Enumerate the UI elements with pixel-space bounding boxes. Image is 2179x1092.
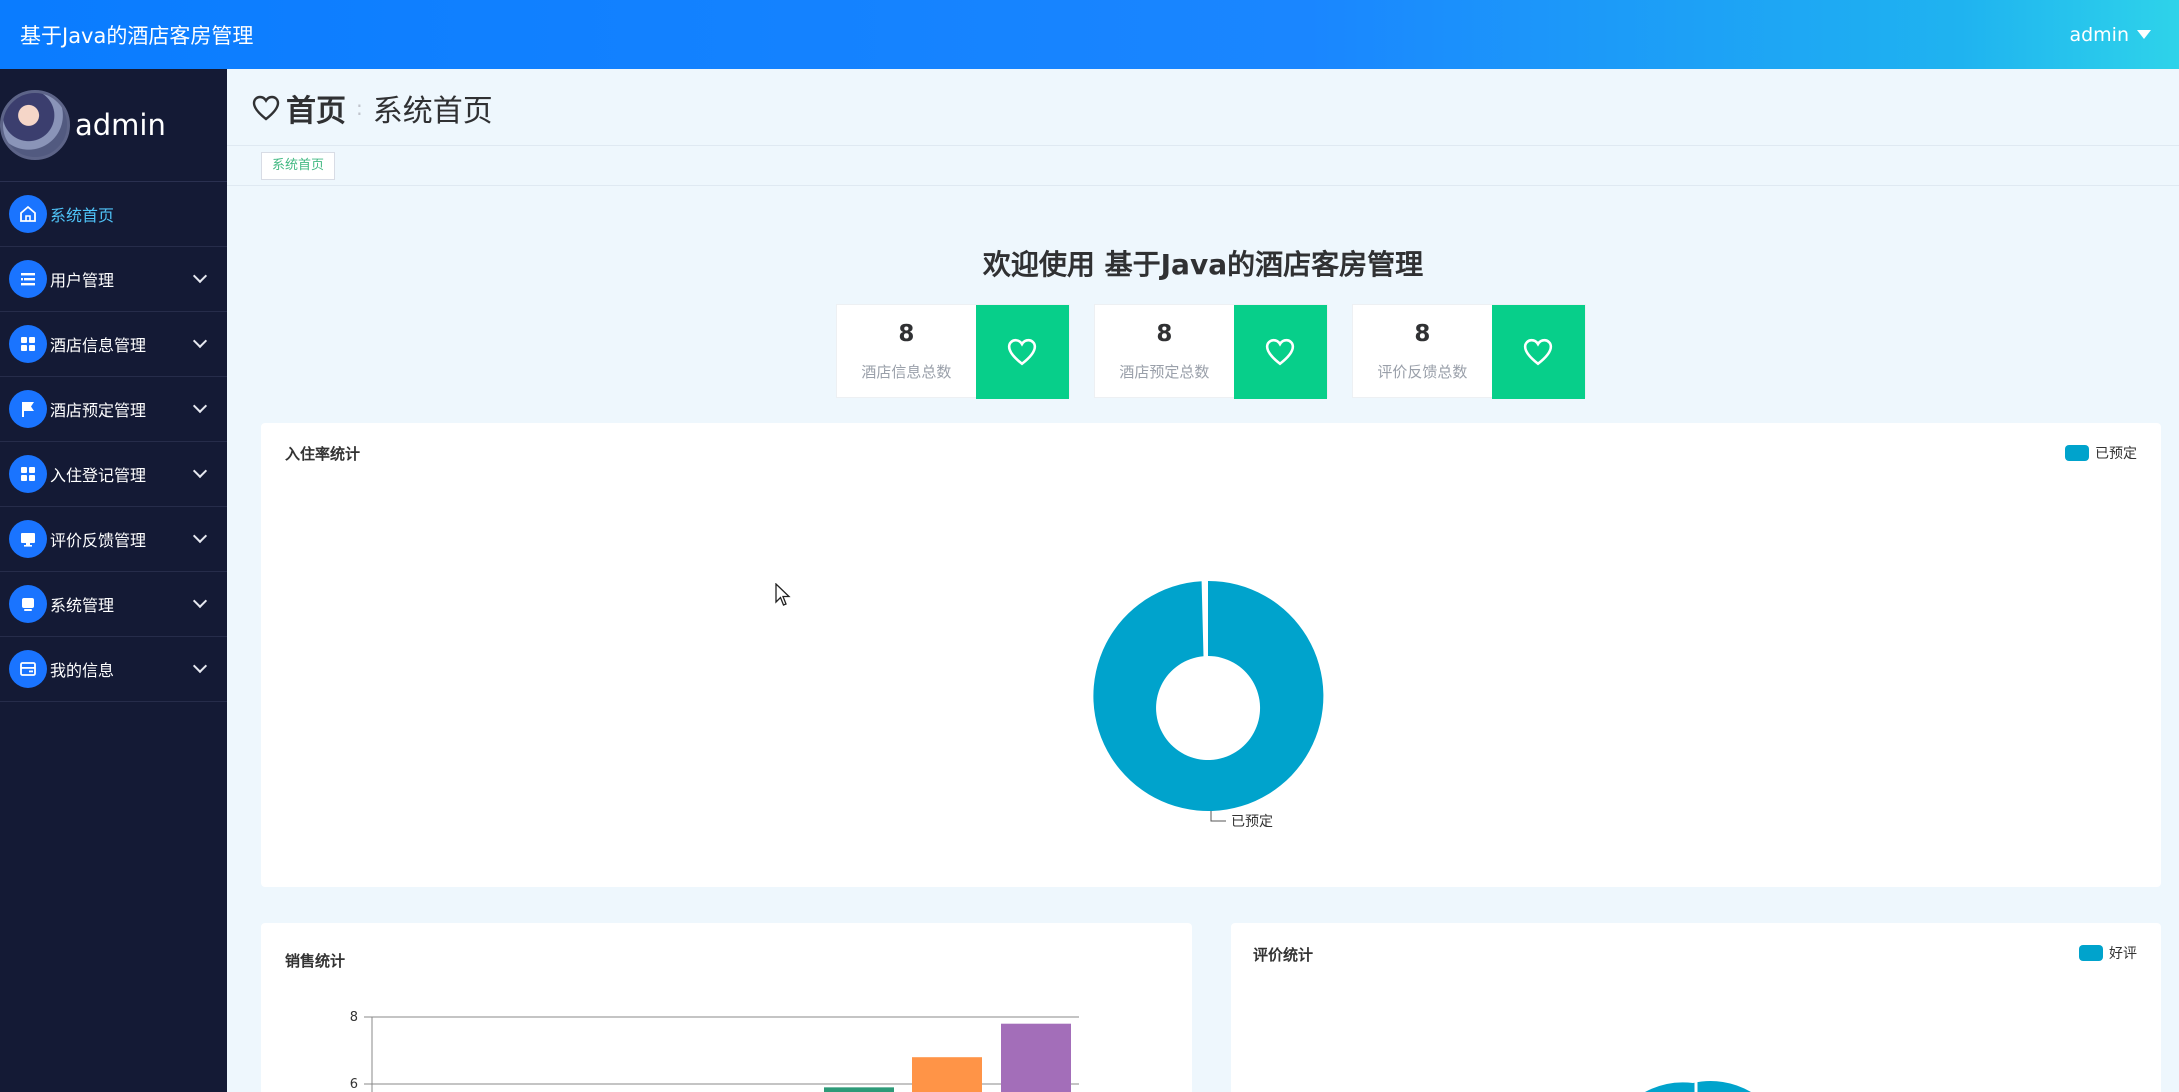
stat-text: 8 酒店信息总数: [837, 305, 976, 397]
grid-icon: [9, 325, 47, 363]
tab-bar: 系统首页: [227, 145, 2179, 186]
chevron-down-icon: [192, 593, 208, 609]
user-name[interactable]: admin: [2069, 24, 2129, 46]
chart-bar[interactable]: [824, 1087, 894, 1092]
chevron-down-icon: [192, 333, 208, 349]
sidebar-item-system[interactable]: 系统管理: [0, 572, 227, 637]
stat-value: 8: [1414, 320, 1431, 347]
welcome-title: 欢迎使用 基于Java的酒店客房管理: [982, 248, 1424, 281]
stat-value: 8: [898, 320, 915, 347]
chevron-down-icon: [192, 463, 208, 479]
profile-name: admin: [75, 108, 166, 142]
sidebar: admin 系统首页 用户管理 酒店信息管理 酒店预定管理 入住登记管理 评价反…: [0, 69, 227, 1092]
breadcrumb-home-label[interactable]: 首页: [286, 86, 346, 130]
sidebar-item-checkin[interactable]: 入住登记管理: [0, 442, 227, 507]
y-tick-label: 8: [350, 1010, 358, 1025]
sidebar-item-my-info[interactable]: 我的信息: [0, 637, 227, 702]
grid-icon: [9, 455, 47, 493]
y-tick-label: 6: [350, 1077, 358, 1092]
heart-icon: [252, 95, 280, 121]
chart-bar[interactable]: [912, 1057, 982, 1092]
stat-label: 酒店信息总数: [861, 362, 952, 381]
donut-slice[interactable]: [1093, 580, 1324, 811]
stat-value: 8: [1156, 320, 1173, 347]
pie-slice[interactable]: [1645, 1081, 1751, 1092]
chevron-down-icon: [192, 528, 208, 544]
sidebar-item-label: 系统首页: [50, 206, 115, 225]
user-menu[interactable]: admin: [2069, 24, 2151, 46]
stat-card-hotel-info: 8 酒店信息总数: [836, 304, 1070, 399]
breadcrumb: 首页 : 系统首页: [252, 86, 493, 130]
sidebar-item-label: 酒店信息管理: [50, 336, 147, 355]
caret-down-icon[interactable]: [2137, 30, 2151, 39]
profile: admin: [0, 69, 227, 182]
occupancy-panel: 入住率统计 已预定 已预定: [261, 423, 2161, 887]
chevron-down-icon: [192, 398, 208, 414]
device-icon: [9, 585, 47, 623]
sidebar-item-label: 我的信息: [50, 661, 115, 680]
chart-bar[interactable]: [1001, 1023, 1071, 1092]
stat-label: 酒店预定总数: [1119, 362, 1210, 381]
list-icon: [9, 260, 47, 298]
stat-card-booking: 8 酒店预定总数: [1094, 304, 1328, 399]
reviews-pie-chart: [1645, 1081, 1751, 1092]
heart-icon: [975, 305, 1069, 399]
breadcrumb-current: 系统首页: [372, 94, 493, 129]
heart-icon: [1491, 305, 1585, 399]
mouse-cursor-icon: [775, 583, 791, 606]
stat-card-feedback: 8 评价反馈总数: [1352, 304, 1586, 399]
chevron-down-icon: [192, 658, 208, 674]
slice-label-line: [1210, 811, 1226, 822]
heart-icon: [1233, 305, 1327, 399]
sidebar-item-label: 用户管理: [50, 271, 115, 290]
chevron-down-icon: [192, 268, 208, 284]
card-icon: [9, 650, 47, 688]
stat-text: 8 酒店预定总数: [1095, 305, 1234, 397]
monitor-icon: [9, 520, 47, 558]
stat-text: 8 评价反馈总数: [1353, 305, 1492, 397]
sales-panel: 销售统计 68: [261, 923, 1192, 1092]
occupancy-donut-chart: 已预定: [1093, 580, 1324, 830]
home-icon: [9, 195, 47, 233]
sidebar-item-booking[interactable]: 酒店预定管理: [0, 377, 227, 442]
reviews-panel: 评价统计 好评: [1231, 923, 2161, 1092]
sidebar-item-hotel-info[interactable]: 酒店信息管理: [0, 312, 227, 377]
flag-icon: [9, 390, 47, 428]
avatar[interactable]: [0, 90, 70, 160]
sidebar-item-label: 入住登记管理: [50, 466, 147, 485]
top-bar: 基于Java的酒店客房管理 admin: [0, 0, 2179, 69]
sidebar-item-label: 评价反馈管理: [50, 531, 147, 550]
tab-home[interactable]: 系统首页: [261, 152, 336, 180]
breadcrumb-home[interactable]: 首页: [252, 86, 346, 130]
sidebar-item-home[interactable]: 系统首页: [0, 182, 227, 247]
slice-label: 已预定: [1231, 814, 1273, 830]
breadcrumb-separator: :: [356, 96, 363, 120]
sidebar-item-feedback[interactable]: 评价反馈管理: [0, 507, 227, 572]
sidebar-item-label: 系统管理: [50, 596, 115, 615]
sidebar-item-label: 酒店预定管理: [50, 401, 147, 420]
app-title: 基于Java的酒店客房管理: [20, 23, 254, 48]
sidebar-item-users[interactable]: 用户管理: [0, 247, 227, 312]
sales-bar-chart: 68: [350, 1010, 1079, 1092]
stat-label: 评价反馈总数: [1377, 362, 1468, 381]
